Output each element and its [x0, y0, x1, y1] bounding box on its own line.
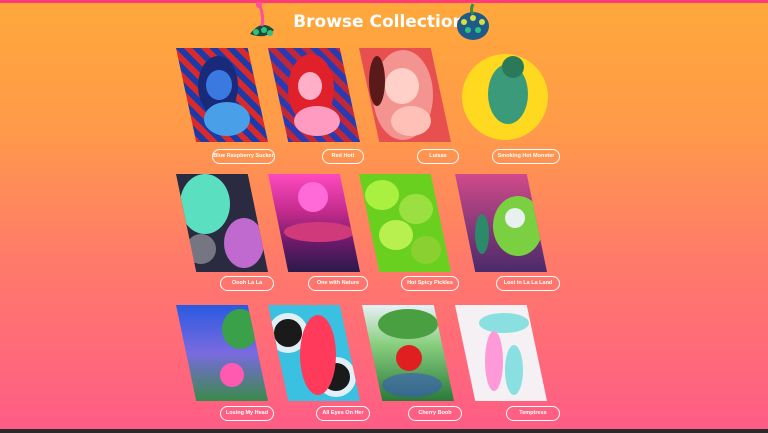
- collection-card[interactable]: Cherry Boob: [362, 305, 466, 422]
- collection-button[interactable]: Luisas: [417, 149, 459, 164]
- mint-figure-art-icon: [176, 174, 268, 272]
- multi-eye-woman-art-icon: [359, 48, 451, 142]
- eyes-woman-art-icon: [268, 305, 360, 401]
- collection-card[interactable]: One with Nature: [268, 174, 372, 292]
- collection-button[interactable]: Red Hott: [322, 149, 364, 164]
- collection-card[interactable]: Oooh La La: [176, 174, 276, 292]
- collection-button[interactable]: Blue Raspberry Sucker: [212, 149, 275, 164]
- collection-card[interactable]: Temptress: [455, 305, 565, 422]
- green-eye-creature-art-icon: [455, 174, 547, 272]
- collection-card[interactable]: Red Hott: [268, 48, 368, 165]
- collection-button[interactable]: Lost in La La Land: [496, 276, 560, 291]
- collection-button[interactable]: Oooh La La: [220, 276, 274, 291]
- bottom-dark-bar: [0, 429, 768, 433]
- green-pickles-art-icon: [359, 174, 451, 272]
- collection-card[interactable]: Lost in La La Land: [455, 174, 565, 292]
- cherry-tree-art-icon: [362, 305, 454, 401]
- collection-button[interactable]: Temptress: [506, 406, 560, 421]
- collections-grid: Blue Raspberry Sucker Red Hott Luisas Sm…: [0, 0, 768, 433]
- collection-button[interactable]: Cherry Boob: [408, 406, 462, 421]
- landscape-tree-art-icon: [176, 305, 268, 401]
- collection-card[interactable]: Smoking Hot Monster: [462, 48, 566, 165]
- pink-sunset-art-icon: [268, 174, 360, 272]
- collection-button[interactable]: Hot Spicy Pickles: [401, 276, 459, 291]
- collection-card[interactable]: Luisas: [359, 48, 463, 165]
- blue-woman-art-icon: [176, 48, 268, 142]
- collection-card[interactable]: All Eyes On Her: [268, 305, 372, 422]
- collection-card[interactable]: Losing My Head: [176, 305, 276, 422]
- collection-card[interactable]: Hot Spicy Pickles: [359, 174, 463, 292]
- serpent-creature-art-icon: [455, 305, 547, 401]
- red-hair-woman-art-icon: [268, 48, 360, 142]
- collection-card[interactable]: Blue Raspberry Sucker: [176, 48, 276, 165]
- green-monster-art-icon: [462, 48, 550, 144]
- collection-button[interactable]: Smoking Hot Monster: [492, 149, 560, 164]
- collection-button[interactable]: Losing My Head: [220, 406, 274, 421]
